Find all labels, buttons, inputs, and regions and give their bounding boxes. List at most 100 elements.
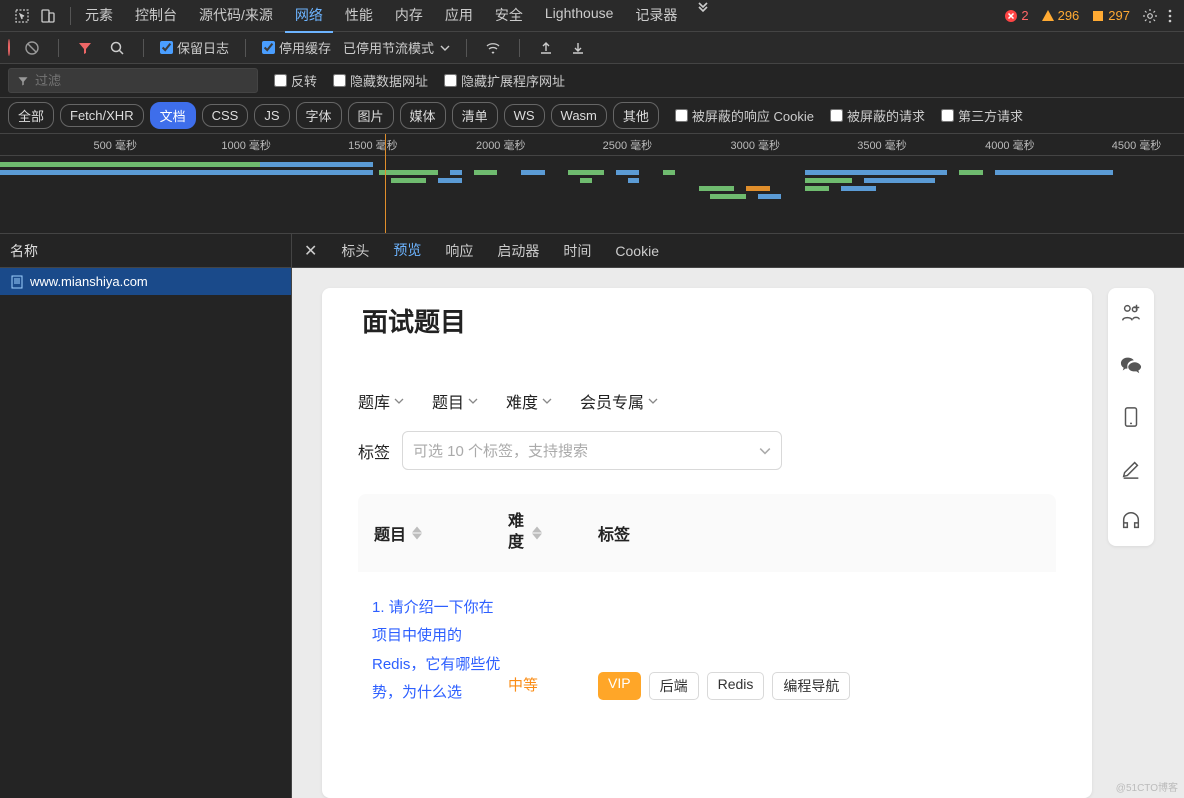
table-header: 题目 难度 标签 — [358, 494, 1056, 572]
rendered-page: 面试题目 题库 题目 难度 会员专属 标签 可选 10 个标签，支持搜索 — [322, 288, 1092, 798]
filter-icon[interactable] — [75, 38, 95, 58]
wifi-icon[interactable] — [483, 38, 503, 58]
filter-row: 反转 隐藏数据网址 隐藏扩展程序网址 — [0, 64, 1184, 98]
chip-fetch[interactable]: Fetch/XHR — [60, 104, 144, 127]
hide-data-check[interactable]: 隐藏数据网址 — [333, 71, 428, 90]
tab-cookies[interactable]: Cookie — [603, 235, 671, 267]
tag-label: 标签 — [358, 439, 390, 463]
document-icon — [10, 275, 24, 289]
clear-icon[interactable] — [22, 38, 42, 58]
col-difficulty[interactable]: 难度 — [508, 512, 588, 554]
issue-count[interactable]: 297 — [1091, 8, 1130, 23]
chip-js[interactable]: JS — [254, 104, 289, 127]
error-count[interactable]: 2 — [1004, 8, 1028, 23]
filter-member[interactable]: 会员专属 — [580, 389, 658, 413]
filter-card: 题库 题目 难度 会员专属 标签 可选 10 个标签，支持搜索 题目 — [322, 361, 1092, 708]
chevron-down-icon — [759, 445, 771, 457]
disable-cache-check[interactable]: 停用缓存 — [262, 38, 331, 57]
tab-performance[interactable]: 性能 — [335, 0, 383, 33]
invert-check[interactable]: 反转 — [274, 71, 317, 90]
inspect-icon[interactable] — [12, 6, 32, 26]
chevron-down-icon — [440, 43, 450, 53]
devtools-tabbar: 元素 控制台 源代码/来源 网络 性能 内存 应用 安全 Lighthouse … — [0, 0, 1184, 32]
detail-panel: ✕ 标头 预览 响应 启动器 时间 Cookie 面试题目 题库 题目 难度 会… — [292, 234, 1184, 798]
tab-memory[interactable]: 内存 — [385, 0, 433, 33]
tab-security[interactable]: 安全 — [485, 0, 533, 33]
chip-wasm[interactable]: Wasm — [551, 104, 607, 127]
tab-network[interactable]: 网络 — [285, 0, 333, 33]
chip-img[interactable]: 图片 — [348, 102, 394, 129]
record-button[interactable] — [8, 40, 10, 55]
network-toolbar: 保留日志 停用缓存 已停用节流模式 — [0, 32, 1184, 64]
divider — [58, 39, 59, 57]
chip-font[interactable]: 字体 — [296, 102, 342, 129]
mobile-icon[interactable] — [1120, 406, 1142, 428]
tag-select[interactable]: 可选 10 个标签，支持搜索 — [402, 431, 782, 470]
third-party-check[interactable]: 第三方请求 — [941, 106, 1023, 125]
throttling-select[interactable]: 已停用节流模式 — [343, 38, 450, 57]
group-icon[interactable] — [1120, 302, 1142, 324]
page-side-tools — [1108, 288, 1154, 546]
tags-cell: VIP 后端 Redis 编程导航 — [588, 594, 1056, 700]
blocked-req-check[interactable]: 被屏蔽的请求 — [830, 106, 925, 125]
wechat-icon[interactable] — [1120, 354, 1142, 376]
chip-manifest[interactable]: 清单 — [452, 102, 498, 129]
request-row[interactable]: www.mianshiya.com — [0, 268, 291, 295]
preserve-log-check[interactable]: 保留日志 — [160, 38, 229, 57]
chip-ws[interactable]: WS — [504, 104, 545, 127]
name-column-header[interactable]: 名称 — [0, 234, 291, 268]
timeline-overview[interactable]: 500 毫秒 1000 毫秒 1500 毫秒 2000 毫秒 2500 毫秒 3… — [0, 134, 1184, 234]
detail-tabs: ✕ 标头 预览 响应 启动器 时间 Cookie — [292, 234, 1184, 268]
close-icon[interactable]: ✕ — [292, 241, 329, 261]
question-link[interactable]: 1. 请介绍一下你在项目中使用的 Redis，它有哪些优势，为什么选 — [358, 594, 508, 708]
filter-question[interactable]: 题目 — [432, 389, 478, 413]
download-icon[interactable] — [568, 38, 588, 58]
chip-media[interactable]: 媒体 — [400, 102, 446, 129]
tab-console[interactable]: 控制台 — [125, 0, 187, 33]
more-tabs-icon[interactable] — [693, 0, 713, 19]
col-title[interactable]: 题目 — [358, 512, 508, 554]
filter-difficulty[interactable]: 难度 — [506, 389, 552, 413]
funnel-icon — [17, 75, 29, 87]
upload-icon[interactable] — [536, 38, 556, 58]
table-row: 1. 请介绍一下你在项目中使用的 Redis，它有哪些优势，为什么选 中等 VI… — [358, 572, 1056, 708]
filter-input[interactable] — [8, 68, 258, 93]
vip-badge: VIP — [598, 672, 641, 700]
request-list: 名称 www.mianshiya.com — [0, 234, 292, 798]
page-title: 面试题目 — [362, 302, 1092, 339]
chip-doc[interactable]: 文档 — [150, 102, 196, 129]
timeline-ruler: 500 毫秒 1000 毫秒 1500 毫秒 2000 毫秒 2500 毫秒 3… — [0, 134, 1184, 156]
tag-badge[interactable]: Redis — [707, 672, 765, 700]
tab-response[interactable]: 响应 — [433, 233, 485, 269]
tab-elements[interactable]: 元素 — [75, 0, 123, 33]
tag-badge[interactable]: 编程导航 — [772, 672, 850, 700]
warning-count[interactable]: 296 — [1041, 8, 1080, 23]
tab-sources[interactable]: 源代码/来源 — [189, 0, 283, 33]
filter-bank[interactable]: 题库 — [358, 389, 404, 413]
chip-other[interactable]: 其他 — [613, 102, 659, 129]
tab-timing[interactable]: 时间 — [551, 233, 603, 269]
tab-headers[interactable]: 标头 — [329, 233, 381, 269]
chip-all[interactable]: 全部 — [8, 102, 54, 129]
type-filter-row: 全部 Fetch/XHR 文档 CSS JS 字体 图片 媒体 清单 WS Wa… — [0, 98, 1184, 134]
status-area: 2 296 297 — [994, 8, 1140, 23]
tab-lighthouse[interactable]: Lighthouse — [535, 0, 624, 33]
tab-initiator[interactable]: 启动器 — [485, 233, 551, 269]
preview-pane: 面试题目 题库 题目 难度 会员专属 标签 可选 10 个标签，支持搜索 — [292, 268, 1184, 798]
tag-badge[interactable]: 后端 — [649, 672, 699, 700]
tab-recorder[interactable]: 记录器 — [625, 0, 687, 33]
settings-icon[interactable] — [1140, 6, 1160, 26]
divider — [143, 39, 144, 57]
tab-preview[interactable]: 预览 — [381, 232, 433, 270]
kebab-icon[interactable] — [1160, 6, 1180, 26]
search-icon[interactable] — [107, 38, 127, 58]
chip-css[interactable]: CSS — [202, 104, 249, 127]
divider — [519, 39, 520, 57]
edit-icon[interactable] — [1120, 458, 1142, 480]
blocked-cookie-check[interactable]: 被屏蔽的响应 Cookie — [675, 106, 814, 125]
hide-ext-check[interactable]: 隐藏扩展程序网址 — [444, 71, 565, 90]
tab-application[interactable]: 应用 — [435, 0, 483, 33]
device-icon[interactable] — [38, 6, 58, 26]
watermark: @51CTO博客 — [1116, 779, 1178, 794]
headphones-icon[interactable] — [1120, 510, 1142, 532]
